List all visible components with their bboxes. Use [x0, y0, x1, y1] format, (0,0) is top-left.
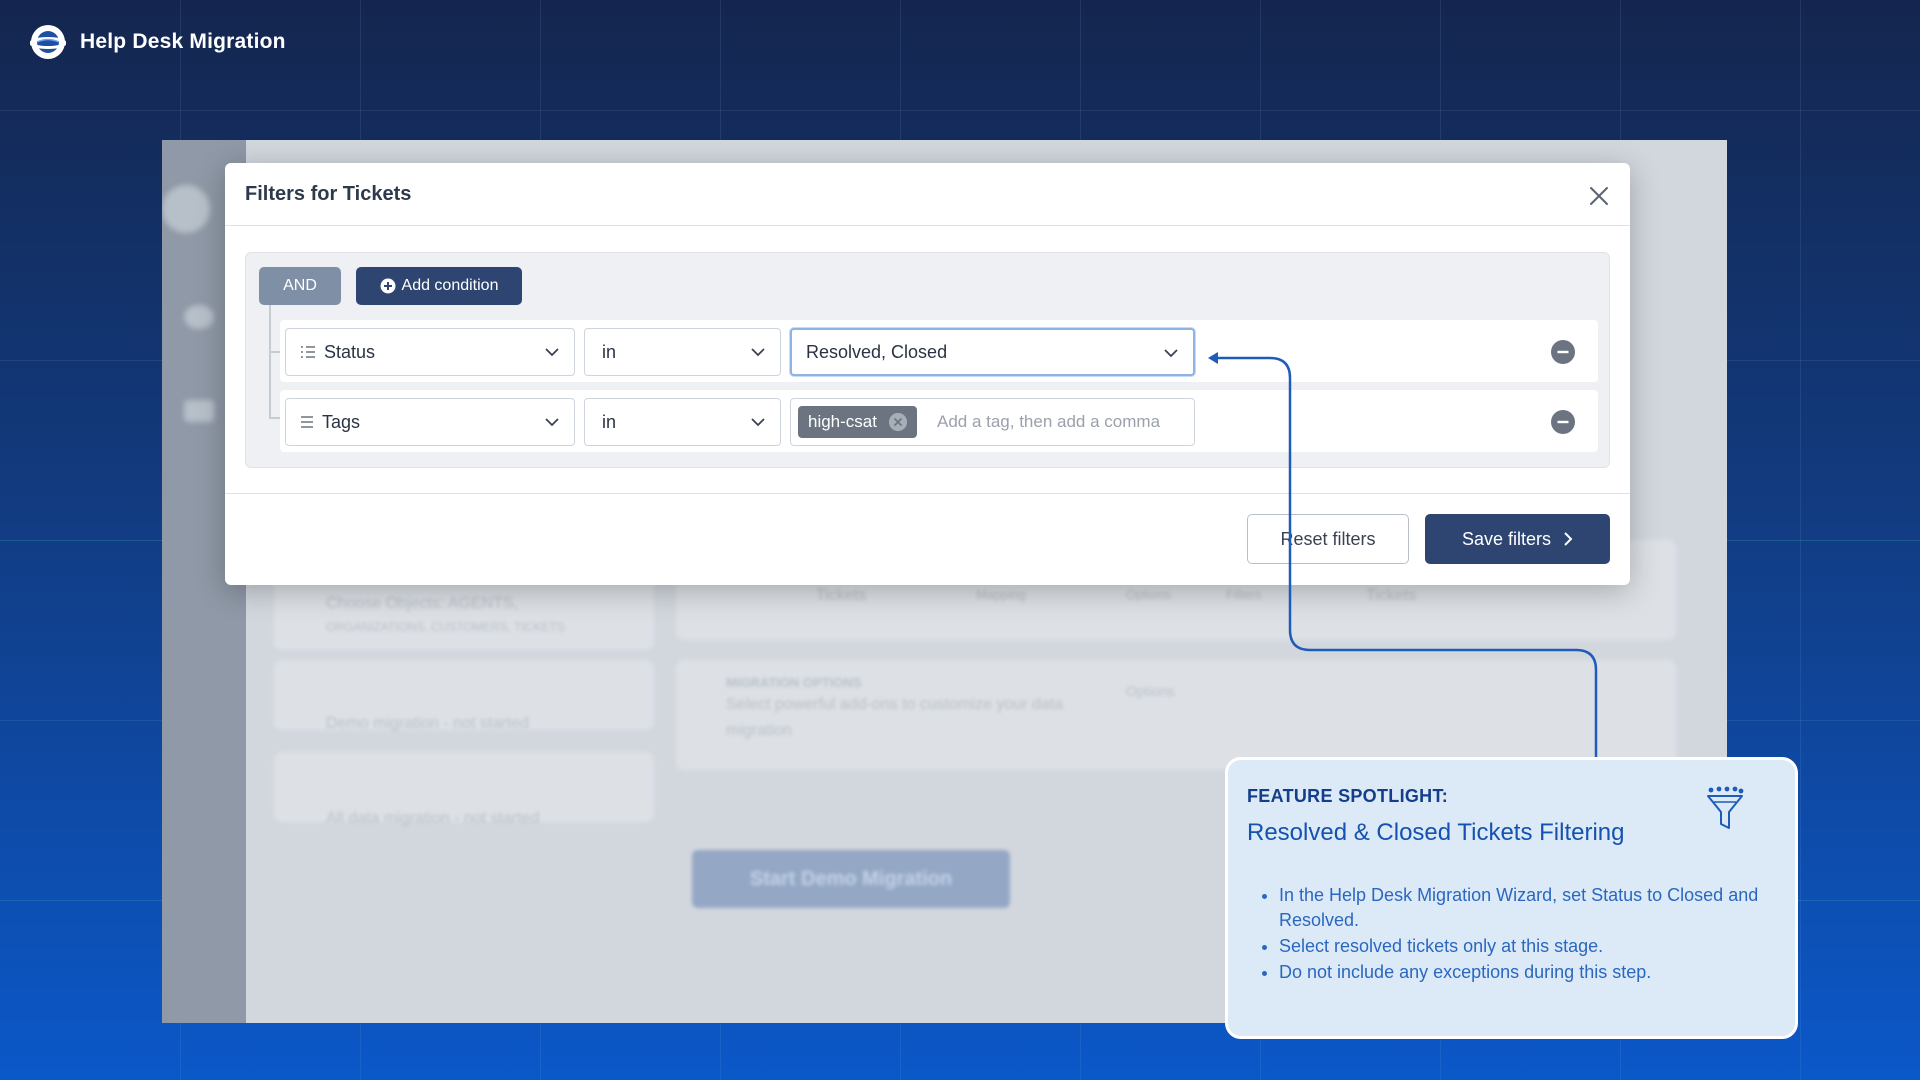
operator-select-value: in	[602, 341, 617, 362]
reset-filters-button[interactable]: Reset filters	[1247, 514, 1409, 564]
blurred-text: Options	[1126, 587, 1171, 602]
save-filters-button[interactable]: Save filters	[1425, 514, 1610, 564]
logic-operator-button[interactable]: AND	[259, 267, 341, 305]
chevron-right-icon	[1564, 532, 1573, 546]
blurred-text: ORGANIZATIONS, CUSTOMERS, TICKETS	[326, 620, 565, 634]
spotlight-bullet: In the Help Desk Migration Wizard, set S…	[1279, 883, 1775, 933]
chevron-down-icon	[545, 348, 559, 357]
add-condition-label: Add condition	[401, 277, 499, 294]
field-select[interactable]: Status	[285, 328, 575, 376]
value-select-value: Resolved, Closed	[806, 341, 948, 362]
add-condition-button[interactable]: Add condition	[356, 267, 522, 305]
chevron-down-icon	[1164, 349, 1178, 358]
field-select[interactable]: Tags	[285, 398, 575, 446]
blurred-text: Tickets	[1366, 587, 1417, 604]
spotlight-bullet: Do not include any exceptions during thi…	[1279, 960, 1775, 985]
modal-title: Filters for Tickets	[245, 183, 412, 205]
chevron-down-icon	[545, 418, 559, 427]
brand-name: Help Desk Migration	[80, 30, 286, 53]
filter-funnel-icon	[1707, 786, 1744, 829]
start-demo-button: Start Demo Migration	[692, 850, 1010, 908]
value-select[interactable]: Resolved, Closed	[790, 328, 1195, 376]
save-filters-label: Save filters	[1461, 528, 1552, 549]
remove-condition-icon[interactable]	[1551, 410, 1575, 434]
tag-input[interactable]: high-csat Add a tag, then add a comma	[790, 398, 1195, 446]
blurred-text: Options	[1126, 683, 1175, 699]
chevron-down-icon	[751, 348, 765, 357]
modal-footer-divider	[225, 493, 1630, 494]
condition-row: Tags in high-csat Add a tag, then add a …	[280, 390, 1598, 452]
blurred-text: MIGRATION OPTIONS	[726, 675, 862, 690]
condition-row: Status in Resolved, Closed	[280, 320, 1598, 382]
blurred-text: Select powerful add-ons to customize you…	[726, 696, 1064, 713]
tag-chip-label: high-csat	[808, 412, 877, 431]
modal-header: Filters for Tickets	[225, 163, 1630, 226]
status-list-icon	[301, 346, 315, 358]
feature-spotlight-card: FEATURE SPOTLIGHT: Resolved & Closed Tic…	[1225, 757, 1798, 1039]
blurred-text: Filters	[1226, 587, 1262, 602]
spotlight-title: Resolved & Closed Tickets Filtering	[1247, 819, 1625, 846]
brand: Help Desk Migration	[30, 24, 286, 60]
planet-logo-icon	[30, 25, 66, 59]
blurred-text: Tickets	[816, 587, 867, 604]
field-select-value: Tags	[322, 411, 361, 432]
plus-circle-icon	[380, 278, 396, 294]
tree-connector	[269, 305, 271, 417]
filter-conditions-box: AND Add condition Status in Resolved, Cl…	[245, 252, 1610, 468]
operator-select[interactable]: in	[584, 398, 781, 446]
operator-select[interactable]: in	[584, 328, 781, 376]
remove-condition-icon[interactable]	[1551, 340, 1575, 364]
tags-list-icon	[301, 416, 313, 428]
operator-select-value: in	[602, 411, 617, 432]
spotlight-bullet-list: In the Help Desk Migration Wizard, set S…	[1247, 883, 1775, 985]
blurred-text: Choose Objects: AGENTS,	[326, 595, 519, 612]
field-select-value: Status	[324, 341, 376, 362]
tag-input-placeholder: Add a tag, then add a comma	[936, 412, 1161, 431]
tag-chip: high-csat	[798, 406, 917, 438]
filters-modal: Filters for Tickets AND Add condition St…	[225, 163, 1630, 585]
close-icon[interactable]	[1588, 185, 1610, 207]
spotlight-bullet: Select resolved tickets only at this sta…	[1279, 934, 1775, 959]
blurred-text: Demo migration - not started	[326, 715, 529, 732]
blurred-text: All data migration - not started	[326, 810, 540, 827]
blurred-text: migration	[726, 722, 792, 739]
chevron-down-icon	[751, 418, 765, 427]
blurred-text: Mapping	[976, 587, 1026, 602]
spotlight-kicker: FEATURE SPOTLIGHT:	[1247, 786, 1449, 806]
remove-tag-icon[interactable]	[888, 413, 907, 431]
